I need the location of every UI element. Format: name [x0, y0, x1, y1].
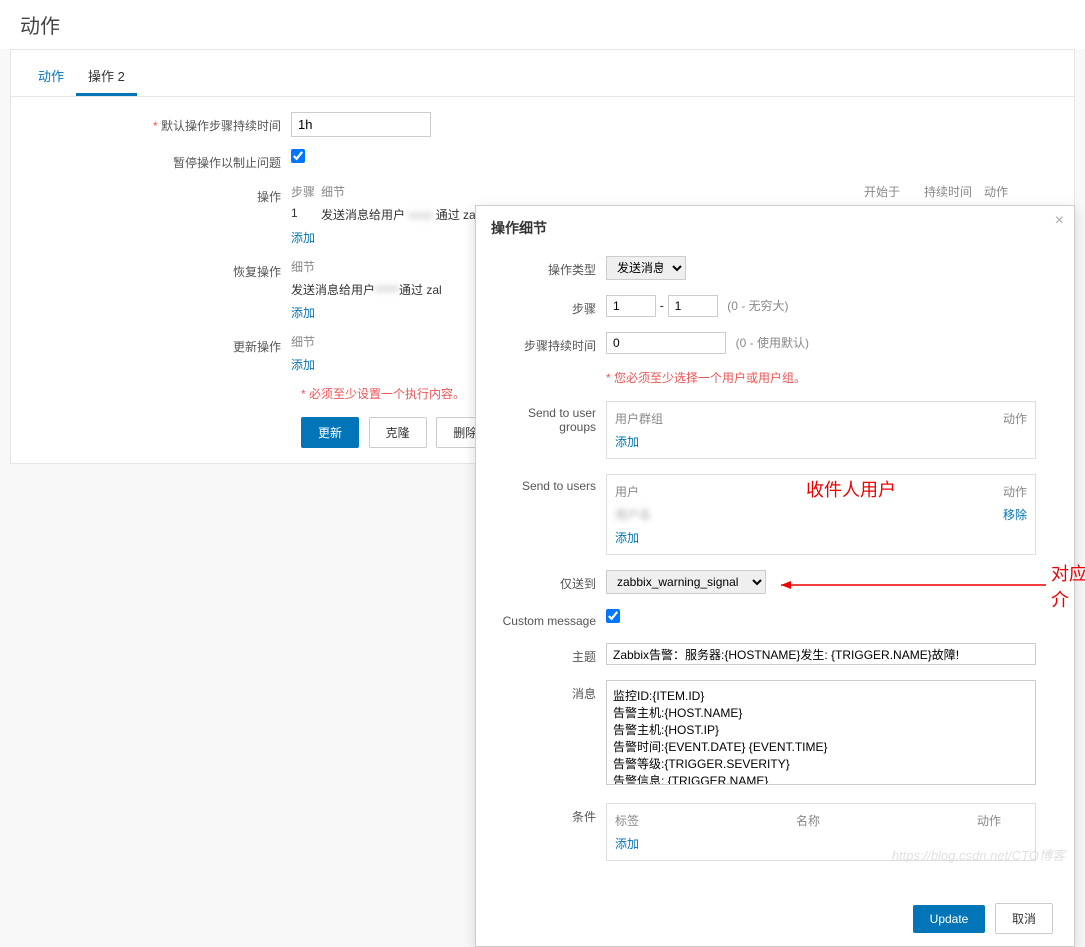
annotation-media: 对应的告警媒介	[1051, 560, 1085, 612]
clone-button[interactable]: 克隆	[369, 417, 427, 448]
operations-label: 操作	[31, 183, 291, 205]
subject-input[interactable]	[606, 643, 1036, 665]
groups-label: Send to user groups	[491, 401, 606, 434]
duration-input[interactable]	[606, 332, 726, 354]
update-button[interactable]: 更新	[301, 417, 359, 448]
page-title: 动作	[0, 0, 1085, 49]
overlay-update-button[interactable]: Update	[913, 905, 986, 933]
update-th: 细节	[291, 333, 315, 350]
add-cond-link[interactable]: 添加	[615, 837, 639, 851]
tabs: 动作 操作 2	[11, 50, 1074, 97]
add-user-link[interactable]: 添加	[615, 531, 639, 545]
message-label: 消息	[491, 680, 606, 702]
th-detail: 细节	[321, 183, 864, 200]
th-action: 动作	[984, 183, 1054, 200]
recovery-th: 细节	[291, 258, 315, 275]
custom-msg-label: Custom message	[491, 609, 606, 628]
users-action-th: 动作	[977, 483, 1027, 500]
add-recovery-link[interactable]: 添加	[291, 306, 315, 320]
subject-label: 主题	[491, 643, 606, 665]
groups-action-th: 动作	[977, 410, 1027, 427]
add-operation-link[interactable]: 添加	[291, 231, 315, 245]
step-hint: (0 - 无穷大)	[727, 299, 788, 313]
duration-label: 步骤持续时间	[491, 332, 606, 354]
tab-operations[interactable]: 操作 2	[76, 58, 137, 96]
cond-th-action: 动作	[977, 812, 1027, 829]
annotation-arrow	[776, 575, 1046, 595]
overlay-dialog: × 操作细节 操作类型 发送消息 步骤 - (0 - 无穷大) 步骤持续时间 (…	[475, 205, 1075, 947]
th-step: 步骤	[291, 183, 321, 200]
cond-label: 条件	[491, 803, 606, 825]
pause-label: 暂停操作以制止问题	[31, 149, 291, 171]
overlay-title: 操作细节	[476, 206, 1074, 246]
user-remove-link[interactable]: 移除	[1003, 508, 1027, 522]
only-to-select[interactable]: zabbix_warning_signal	[606, 570, 766, 594]
message-textarea[interactable]: 监控ID:{ITEM.ID} 告警主机:{HOST.NAME} 告警主机:{HO…	[606, 680, 1036, 785]
custom-msg-checkbox[interactable]	[606, 609, 620, 623]
step-to-input[interactable]	[668, 295, 718, 317]
users-label: Send to users	[491, 474, 606, 493]
default-duration-input[interactable]	[291, 112, 431, 137]
must-select-note: * 您必须至少选择一个用户或用户组。	[606, 369, 1059, 386]
only-to-label: 仅送到	[491, 570, 606, 592]
update-ops-label: 更新操作	[31, 333, 291, 355]
type-label: 操作类型	[491, 256, 606, 278]
users-th: 用户	[615, 483, 977, 500]
duration-hint: (0 - 使用默认)	[736, 336, 809, 350]
step-from-input[interactable]	[606, 295, 656, 317]
recovery-label: 恢复操作	[31, 258, 291, 280]
type-select[interactable]: 发送消息	[606, 256, 686, 280]
close-icon[interactable]: ×	[1055, 212, 1064, 230]
groups-th: 用户群组	[615, 410, 977, 427]
default-duration-label: * 默认操作步骤持续时间	[31, 112, 291, 134]
cond-th-label: 标签	[615, 812, 796, 829]
tab-action[interactable]: 动作	[26, 58, 76, 96]
overlay-cancel-button[interactable]: 取消	[995, 903, 1053, 934]
th-start: 开始于	[864, 183, 924, 200]
th-duration: 持续时间	[924, 183, 984, 200]
user-row: 用户名移除	[615, 506, 1027, 523]
step-label: 步骤	[491, 295, 606, 317]
pause-checkbox[interactable]	[291, 149, 305, 163]
cond-th-name: 名称	[796, 812, 977, 829]
add-update-link[interactable]: 添加	[291, 358, 315, 372]
add-group-link[interactable]: 添加	[615, 435, 639, 449]
